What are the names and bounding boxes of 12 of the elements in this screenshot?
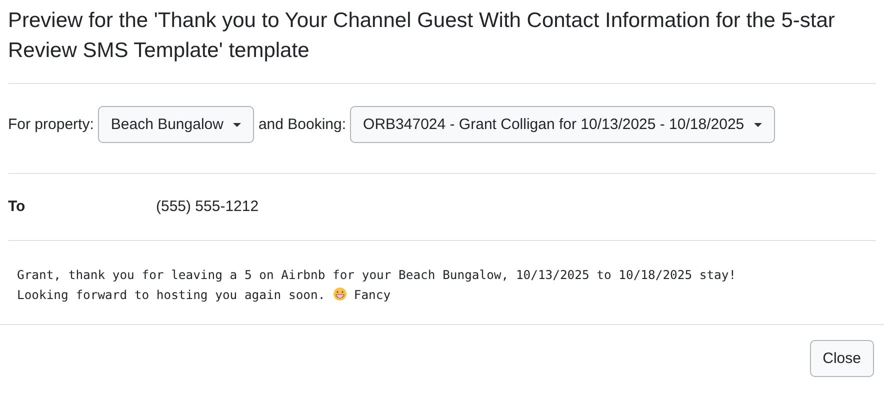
filter-label: and Booking: (258, 116, 346, 133)
filter-label: For property: (8, 116, 94, 133)
grin-icon (332, 287, 347, 301)
caret-icon (754, 122, 762, 126)
message-text: Grant, thank you for leaving a 5 on Airbnb for your Beach Bungalow, 10/13/2025 to 10/18/2025 stay! Looking forward to hosting you again soon. Fancy (16, 267, 738, 304)
caret-icon (233, 122, 242, 126)
close-button[interactable]: Close (810, 340, 874, 377)
phone-number: (555) 555-1212 (156, 198, 259, 215)
dropdown[interactable]: Beach Bungalow (98, 106, 254, 143)
dialog-title: Preview for the 'Thank you to Your Channel Guest With Contact Information for the 5-star Review SMS Template' template (7, 8, 836, 64)
dropdown[interactable]: ORB347024 - Grant Colligan for 10/13/2025 - 10/18/2025 (350, 106, 776, 143)
field-label: To (8, 198, 26, 215)
